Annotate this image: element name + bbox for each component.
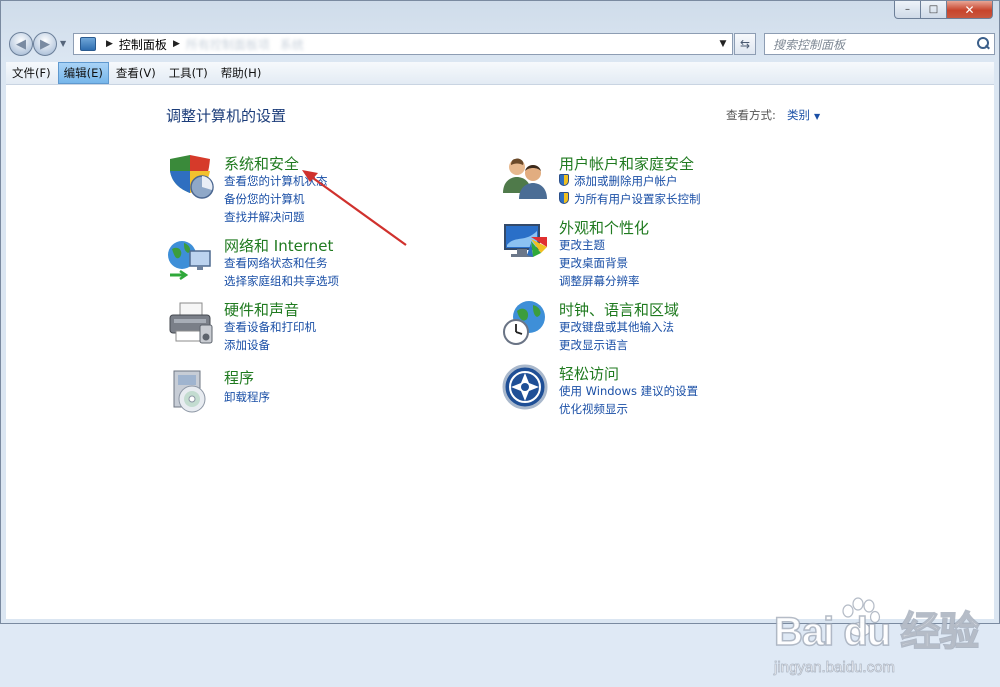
menu-bar: 文件(F) 编辑(E) 查看(V) 工具(T) 帮助(H) [6,62,994,85]
view-by-label: 查看方式: [726,108,776,122]
search-placeholder: 搜索控制面板 [773,37,846,52]
maximize-button[interactable]: □ [921,1,947,19]
back-button[interactable]: ◀ [9,32,33,56]
category-programs: 程序 卸载程序 [166,367,466,415]
link-backup-computer[interactable]: 备份您的计算机 [224,191,305,207]
search-icon[interactable] [976,37,990,51]
baidu-jingyan-watermark: Bai du 经验 jingyan.baidu.com [766,597,986,687]
monitor-palette-icon[interactable] [501,217,549,265]
control-panel-icon [80,37,96,51]
link-change-desktop-background[interactable]: 更改桌面背景 [559,255,628,271]
link-add-device[interactable]: 添加设备 [224,337,270,353]
category-title[interactable]: 轻松访问 [559,363,619,384]
menu-file[interactable]: 文件(F) [6,62,57,84]
breadcrumb-separator-icon[interactable]: ▶ [173,39,180,49]
category-ease-of-access: 轻松访问 使用 Windows 建议的设置 优化视频显示 [501,363,821,417]
link-change-keyboard-input[interactable]: 更改键盘或其他输入法 [559,319,674,335]
ease-of-access-icon[interactable] [501,363,549,411]
menu-view[interactable]: 查看(V) [110,62,162,84]
explorer-window: – □ ✕ ◀ ▶ ▼ ▶ 控制面板 ▶ 所有控制面板项 系统 ▼ ⇆ 搜索控制… [0,0,1000,676]
network-globe-icon[interactable] [166,235,214,283]
link-view-network-status[interactable]: 查看网络状态和任务 [224,255,328,271]
minimize-button[interactable]: – [894,1,921,19]
watermark-url: jingyan.baidu.com [774,659,896,677]
link-uninstall-program[interactable]: 卸载程序 [224,389,270,405]
search-box[interactable]: 搜索控制面板 [764,33,995,55]
breadcrumb-separator-icon[interactable]: ▶ [106,39,113,49]
breadcrumb-blurred-item: 系统 [279,37,304,52]
printer-icon[interactable] [166,299,214,347]
link-windows-recommended-settings[interactable]: 使用 Windows 建议的设置 [559,383,698,399]
watermark-brand: Bai du 经验 [773,609,980,655]
link-change-theme[interactable]: 更改主题 [559,237,605,253]
address-dropdown-icon[interactable]: ▼ [714,39,732,49]
category-title[interactable]: 程序 [224,367,254,388]
users-icon[interactable] [501,153,549,201]
chevron-down-icon[interactable]: ▼ [814,112,820,121]
link-adjust-resolution[interactable]: 调整屏幕分辨率 [559,273,640,289]
control-panel-content: 调整计算机的设置 查看方式: 类别 ▼ 系统和安全 查看您的计算机状态 备份您的计… [6,85,994,676]
category-network-internet: 网络和 Internet 查看网络状态和任务 选择家庭组和共享选项 [166,235,466,289]
link-homegroup-sharing[interactable]: 选择家庭组和共享选项 [224,273,339,289]
category-title[interactable]: 硬件和声音 [224,299,299,320]
address-bar[interactable]: ▶ 控制面板 ▶ 所有控制面板项 系统 ▼ [73,33,733,55]
category-user-accounts: 用户帐户和家庭安全 添加或删除用户帐户 为所有用户设置家长控制 [501,153,821,207]
link-troubleshoot[interactable]: 查找并解决问题 [224,209,305,225]
category-hardware-sound: 硬件和声音 查看设备和打印机 添加设备 [166,299,466,353]
clock-globe-icon[interactable] [501,299,549,347]
annotation-arrow [302,170,407,246]
close-button[interactable]: ✕ [947,1,993,19]
menu-tools[interactable]: 工具(T) [163,62,214,84]
view-by-value[interactable]: 类别 [787,108,810,122]
menu-edit[interactable]: 编辑(E) [57,62,109,84]
page-title: 调整计算机的设置 [166,107,287,125]
link-optimize-video-display[interactable]: 优化视频显示 [559,401,628,417]
breadcrumb-control-panel[interactable]: 控制面板 [119,36,167,53]
category-system-security: 系统和安全 查看您的计算机状态 备份您的计算机 查找并解决问题 [166,153,466,225]
recent-pages-dropdown-icon[interactable]: ▼ [60,39,66,48]
category-title[interactable]: 系统和安全 [224,153,299,174]
breadcrumb-blurred-item: 所有控制面板项 [185,37,270,52]
category-title[interactable]: 外观和个性化 [559,217,649,238]
link-add-remove-accounts[interactable]: 添加或删除用户帐户 [559,173,678,189]
refresh-button[interactable]: ⇆ [734,33,756,55]
menu-help[interactable]: 帮助(H) [215,62,268,84]
category-title[interactable]: 用户帐户和家庭安全 [559,153,694,174]
forward-button[interactable]: ▶ [33,32,57,56]
navigation-bar: ◀ ▶ ▼ ▶ 控制面板 ▶ 所有控制面板项 系统 ▼ ⇆ 搜索控制面板 [7,31,995,57]
shield-icon[interactable] [166,153,214,201]
window-caption-buttons: – □ ✕ [894,1,993,19]
view-by-dropdown[interactable]: 类别 ▼ [787,107,820,123]
link-change-display-language[interactable]: 更改显示语言 [559,337,628,353]
programs-disc-icon[interactable] [166,367,214,415]
category-title[interactable]: 网络和 Internet [224,235,333,256]
link-view-computer-status[interactable]: 查看您的计算机状态 [224,173,328,189]
link-parental-controls[interactable]: 为所有用户设置家长控制 [559,191,701,207]
category-appearance: 外观和个性化 更改主题 更改桌面背景 调整屏幕分辨率 [501,217,821,289]
category-title[interactable]: 时钟、语言和区域 [559,299,679,320]
link-devices-printers[interactable]: 查看设备和打印机 [224,319,316,335]
category-clock-language-region: 时钟、语言和区域 更改键盘或其他输入法 更改显示语言 [501,299,821,353]
